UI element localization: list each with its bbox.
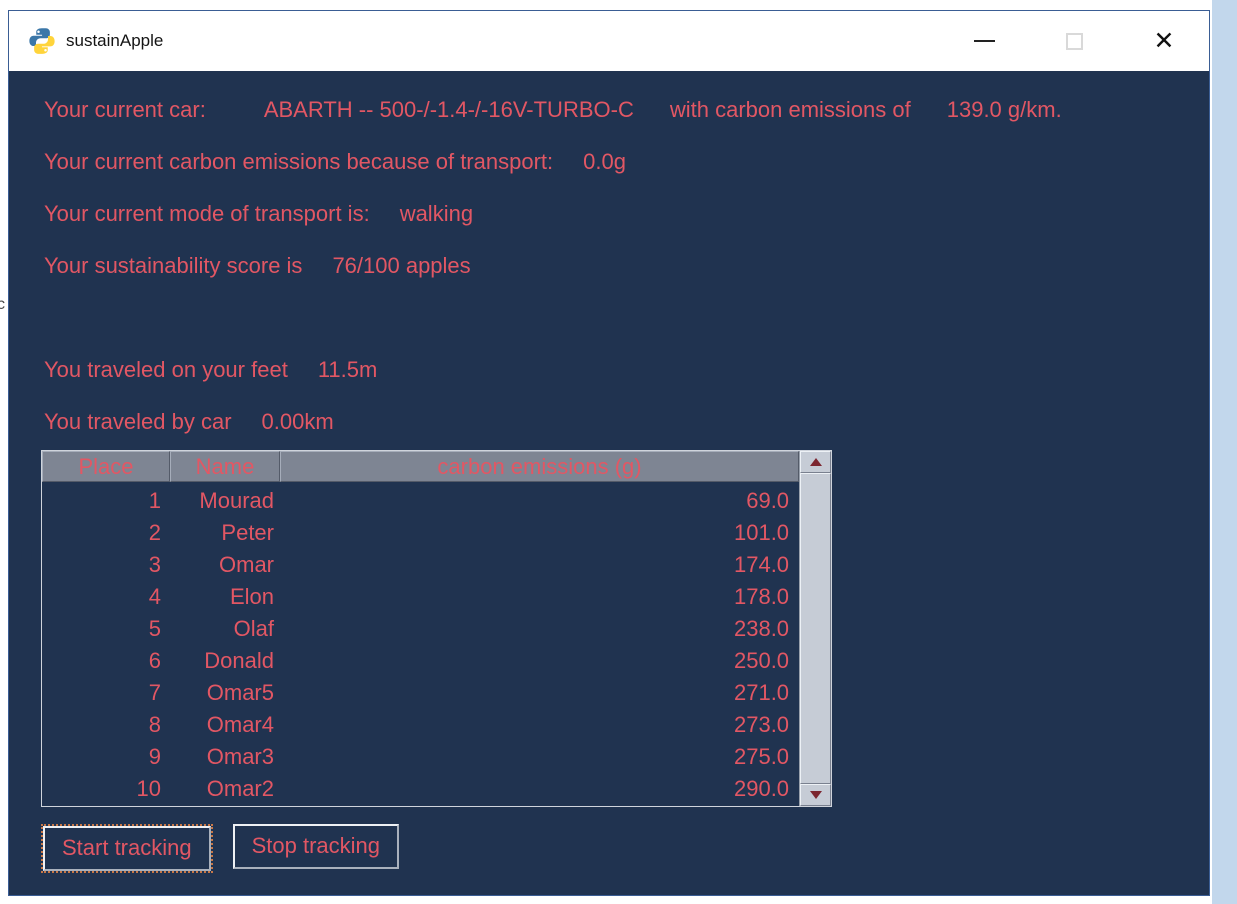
row-name: Mourad bbox=[199, 488, 274, 513]
row-name: Omar bbox=[219, 552, 274, 577]
feet-distance-value: 11.5m bbox=[317, 357, 378, 382]
row-place: 7 bbox=[148, 680, 161, 705]
transport-mode-line: Your current mode of transport is: walki… bbox=[44, 201, 473, 227]
car-distance-label: You traveled by car bbox=[44, 409, 232, 434]
row-emissions: 275.0 bbox=[733, 744, 790, 769]
title-bar[interactable]: sustainApple ✕ bbox=[9, 11, 1209, 71]
window-controls: ✕ bbox=[939, 11, 1209, 71]
row-emissions: 271.0 bbox=[733, 680, 790, 705]
leaderboard-listbox: Place Name carbon emissions (g) 1 Mourad… bbox=[42, 451, 800, 806]
table-scrollbar[interactable] bbox=[799, 451, 831, 806]
row-place: 8 bbox=[148, 712, 161, 737]
row-name: Omar2 bbox=[206, 776, 274, 801]
row-place: 1 bbox=[148, 488, 161, 513]
leaderboard-row[interactable]: 2 Peter 101.0 bbox=[42, 517, 799, 549]
current-car-line: Your current car: ABARTH -- 500-/-1.4-/-… bbox=[44, 97, 1062, 123]
python-logo-icon bbox=[27, 26, 57, 56]
leaderboard-row[interactable]: 9 Omar3 275.0 bbox=[42, 741, 799, 773]
maximize-icon bbox=[1065, 32, 1083, 50]
minimize-icon bbox=[973, 40, 995, 42]
minimize-button[interactable] bbox=[939, 11, 1029, 71]
feet-distance-label: You traveled on your feet bbox=[44, 357, 288, 382]
app-client-area: Your current car: ABARTH -- 500-/-1.4-/-… bbox=[9, 71, 1209, 895]
row-place: 4 bbox=[148, 584, 161, 609]
current-car-label: Your current car: bbox=[44, 97, 206, 122]
row-emissions: 290.0 bbox=[733, 776, 790, 801]
leaderboard-row[interactable]: 6 Donald 250.0 bbox=[42, 645, 799, 677]
leaderboard-row[interactable]: 3 Omar 174.0 bbox=[42, 549, 799, 581]
row-place: 9 bbox=[148, 744, 161, 769]
leaderboard-row[interactable]: 5 Olaf 238.0 bbox=[42, 613, 799, 645]
sustainability-score-line: Your sustainability score is 76/100 appl… bbox=[44, 253, 471, 279]
close-icon: ✕ bbox=[1153, 26, 1175, 55]
sustainability-score-label: Your sustainability score is bbox=[44, 253, 303, 278]
app-window: sustainApple ✕ Your current car: ABARTH … bbox=[8, 10, 1210, 896]
transport-mode-value: walking bbox=[399, 201, 474, 226]
row-name: Elon bbox=[229, 584, 274, 609]
row-name: Olaf bbox=[233, 616, 274, 641]
row-place: 3 bbox=[148, 552, 161, 577]
row-emissions: 238.0 bbox=[733, 616, 790, 641]
row-name: Omar4 bbox=[206, 712, 274, 737]
row-emissions: 250.0 bbox=[733, 648, 790, 673]
row-name: Peter bbox=[221, 520, 274, 545]
close-button[interactable]: ✕ bbox=[1119, 11, 1209, 71]
triangle-down-icon bbox=[809, 791, 822, 799]
window-title: sustainApple bbox=[66, 31, 164, 50]
row-emissions: 178.0 bbox=[733, 584, 790, 609]
row-place: 10 bbox=[136, 776, 161, 801]
row-place: 6 bbox=[148, 648, 161, 673]
transport-mode-label: Your current mode of transport is: bbox=[44, 201, 370, 226]
start-tracking-focus-ring: Start tracking bbox=[41, 824, 213, 873]
leaderboard-table: Place Name carbon emissions (g) 1 Mourad… bbox=[41, 450, 832, 807]
row-emissions: 69.0 bbox=[746, 488, 790, 513]
scroll-down-button[interactable] bbox=[800, 784, 831, 806]
row-name: Omar5 bbox=[206, 680, 274, 705]
leaderboard-row[interactable]: 8 Omar4 273.0 bbox=[42, 709, 799, 741]
background-text-artifact: c bbox=[0, 296, 5, 313]
maximize-button[interactable] bbox=[1029, 11, 1119, 71]
leaderboard-body: 1 Mourad 69.0 2 Peter 101.0 3 Omar 174.0 bbox=[42, 482, 799, 806]
leaderboard-row[interactable]: 1 Mourad 69.0 bbox=[42, 485, 799, 517]
car-distance-value: 0.00km bbox=[261, 409, 334, 434]
scrollbar-thumb[interactable] bbox=[800, 473, 831, 784]
transport-emissions-value: 0.0g bbox=[583, 149, 626, 174]
leaderboard-row[interactable]: 7 Omar5 271.0 bbox=[42, 677, 799, 709]
column-header-name[interactable]: Name bbox=[170, 451, 280, 482]
car-distance-line: You traveled by car 0.00km bbox=[44, 409, 334, 435]
desktop-edge-strip bbox=[1212, 0, 1237, 904]
column-header-place[interactable]: Place bbox=[42, 451, 170, 482]
scroll-up-button[interactable] bbox=[800, 451, 831, 473]
feet-distance-line: You traveled on your feet 11.5m bbox=[44, 357, 377, 383]
tracking-buttons-row: Start tracking Stop tracking bbox=[41, 824, 400, 873]
sustainability-score-value: 76/100 apples bbox=[332, 253, 471, 278]
row-place: 2 bbox=[148, 520, 161, 545]
transport-emissions-label: Your current carbon emissions because of… bbox=[44, 149, 554, 174]
row-emissions: 174.0 bbox=[733, 552, 790, 577]
leaderboard-header-row: Place Name carbon emissions (g) bbox=[42, 451, 800, 482]
leaderboard-row[interactable]: 10 Omar2 290.0 bbox=[42, 773, 799, 805]
car-emissions-phrase: with carbon emissions of bbox=[669, 97, 911, 122]
row-place: 5 bbox=[148, 616, 161, 641]
row-name: Donald bbox=[204, 648, 274, 673]
leaderboard-row[interactable]: 4 Elon 178.0 bbox=[42, 581, 799, 613]
row-name: Omar3 bbox=[206, 744, 274, 769]
current-car-value: ABARTH -- 500-/-1.4-/-16V-TURBO-C bbox=[263, 97, 634, 122]
stop-tracking-button[interactable]: Stop tracking bbox=[232, 824, 400, 869]
car-emissions-value: 139.0 g/km. bbox=[946, 97, 1062, 122]
transport-emissions-line: Your current carbon emissions because of… bbox=[44, 149, 626, 175]
triangle-up-icon bbox=[809, 458, 822, 466]
row-emissions: 273.0 bbox=[733, 712, 790, 737]
start-tracking-button[interactable]: Start tracking bbox=[43, 826, 211, 871]
column-header-emissions[interactable]: carbon emissions (g) bbox=[280, 451, 800, 482]
row-emissions: 101.0 bbox=[733, 520, 790, 545]
